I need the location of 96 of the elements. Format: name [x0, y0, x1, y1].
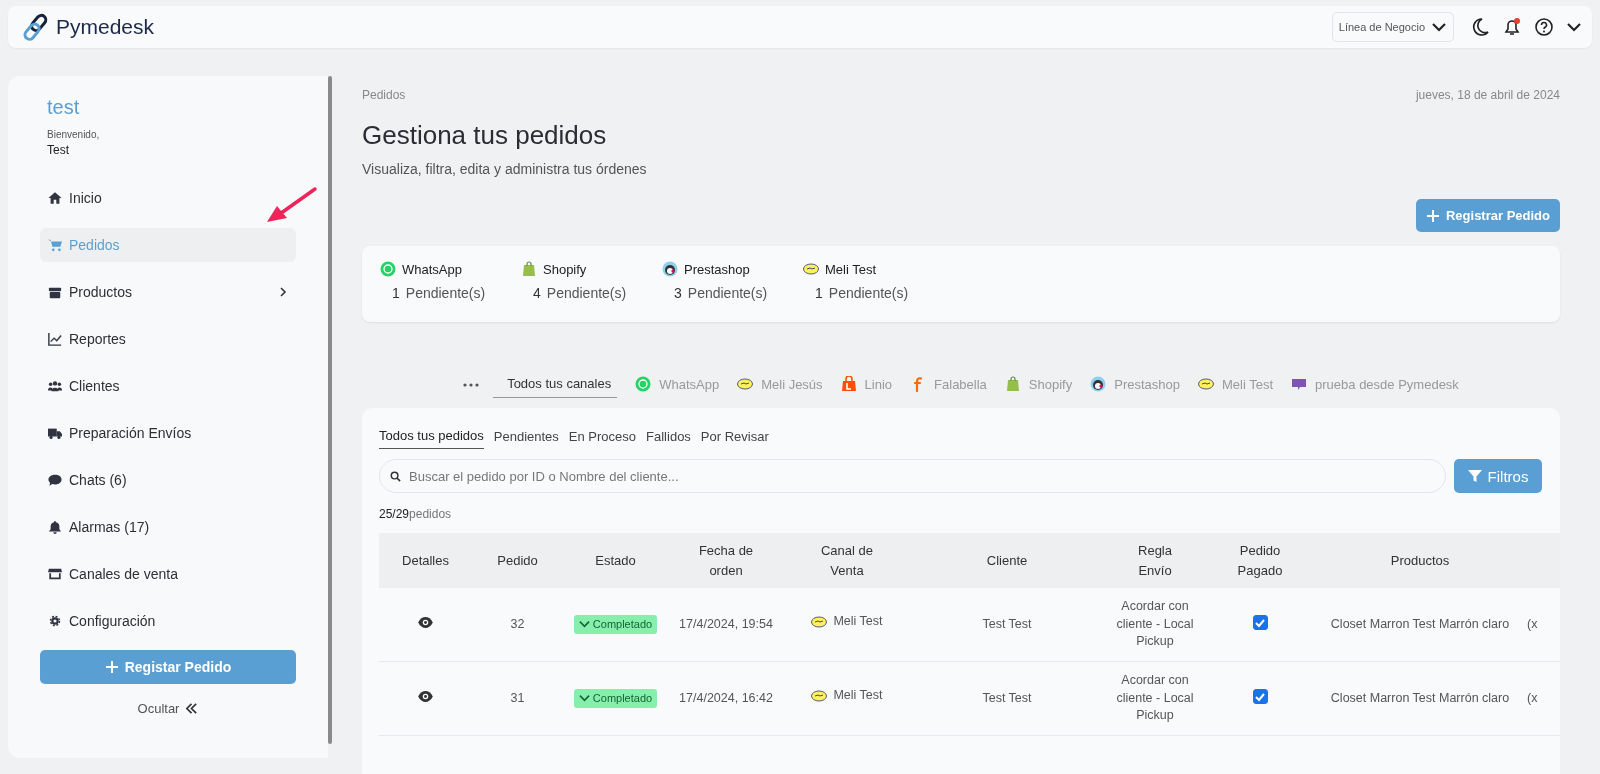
settings-icon: [48, 614, 62, 628]
column-header: Fecha de orden: [697, 542, 755, 580]
table-cell: 31: [510, 690, 525, 705]
pending-label: Pendiente(s): [405, 285, 486, 301]
filter-icon: [1467, 469, 1482, 483]
table-cell: (x: [1527, 616, 1538, 631]
user-name: test: [47, 96, 81, 119]
column-header: Pedido Pagado: [1236, 542, 1284, 580]
check-icon: [578, 620, 590, 629]
sidebar-item[interactable]: Chats (6): [40, 463, 296, 497]
column-header: Cliente: [986, 552, 1028, 568]
column-header: Canal de Venta: [819, 542, 874, 580]
order-tab[interactable]: En Proceso: [568, 426, 637, 449]
search-icon: [390, 471, 401, 482]
sidebar-item[interactable]: Productos: [40, 275, 296, 309]
order-tab[interactable]: Fallidos: [646, 426, 691, 449]
moon-icon[interactable]: [1470, 17, 1490, 37]
channel-name: Prestashop: [684, 261, 750, 277]
table-cell-text: Acordar con cliente - Local Pickup: [1115, 598, 1195, 651]
page-subtitle: Visualiza, filtra, edita y administra tus órdenes: [362, 161, 648, 177]
plus-icon: [1425, 208, 1440, 223]
pending-count: 1: [392, 285, 400, 301]
box-icon: [48, 285, 62, 299]
table-cell: Meli Test: [833, 613, 883, 631]
double-chevron-left-icon: [185, 702, 199, 715]
help-icon[interactable]: [1534, 17, 1554, 37]
scrollbar[interactable]: [328, 76, 332, 744]
channel-name: Shopify: [543, 261, 587, 277]
speech-bubble-icon: [1291, 376, 1308, 392]
store-icon: [48, 567, 62, 581]
pending-count: 1: [815, 285, 823, 301]
channel-name: WhatsApp: [402, 261, 462, 277]
table-cell: 32: [510, 616, 525, 631]
page-title: Gestiona tus pedidos: [362, 120, 608, 151]
column-header: Pedido: [497, 552, 538, 568]
date-text: jueves, 18 de abril de 2024: [1415, 88, 1560, 102]
table-cell: Closet Marron Test Marrón claro: [1330, 616, 1510, 631]
channel-name: Meli Test: [825, 261, 877, 277]
sidebar-item[interactable]: Preparación Envíos: [40, 416, 296, 450]
pending-label: Pendiente(s): [546, 285, 627, 301]
table-cell: Test Test: [982, 616, 1032, 631]
brand-name: Pymedesk: [56, 15, 155, 39]
table-cell: 17/4/2024, 19:54: [679, 616, 773, 631]
order-count: 25/29: [379, 507, 410, 521]
plus-icon: [104, 660, 119, 674]
order-tab[interactable]: Por Revisar: [700, 426, 769, 449]
chevron-right-icon: [278, 287, 288, 297]
table-cell-text: Acordar con cliente - Local Pickup: [1115, 672, 1195, 725]
line-chart-icon: [48, 332, 62, 346]
sidebar-item[interactable]: Inicio: [40, 181, 296, 215]
chain-link-icon: [22, 13, 50, 41]
check-icon: [578, 694, 590, 703]
order-count-unit: pedidos: [409, 507, 452, 521]
search-field[interactable]: Buscar el pedido por ID o Nombre del cliente...: [379, 459, 1446, 493]
eye-icon[interactable]: [418, 690, 433, 702]
greeting-text: Bienvenido,: [47, 129, 101, 140]
truck-icon: [48, 426, 62, 440]
status-badge: Completado: [573, 688, 658, 709]
sidebar-item[interactable]: Clientes: [40, 369, 296, 403]
sidebar-item[interactable]: Alarmas (17): [40, 510, 296, 544]
bell-icon[interactable]: [1502, 17, 1522, 37]
column-header: Detalles: [402, 552, 449, 568]
column-header: Estado: [595, 552, 636, 568]
business-line-dropdown[interactable]: Línea de Negocio: [1331, 12, 1454, 42]
table-cell: Test Test: [982, 690, 1032, 705]
chat-icon: [48, 473, 62, 487]
sidebar-item[interactable]: Reportes: [40, 322, 296, 356]
cart-icon: [48, 238, 62, 252]
channel-tab[interactable]: Todos tus canales: [493, 372, 618, 398]
pending-count: 4: [533, 285, 541, 301]
users-icon: [48, 379, 62, 393]
shopping-bag-icon: [1004, 376, 1021, 392]
column-header: Regla Envío: [1137, 542, 1173, 580]
display-name: Test: [47, 143, 70, 157]
shopping-bag-icon: [521, 261, 537, 277]
eye-icon[interactable]: [418, 616, 433, 628]
column-header: Productos: [1390, 552, 1450, 568]
hide-sidebar-link[interactable]: Ocultar: [131, 700, 205, 717]
table-cell: Closet Marron Test Marrón claro: [1330, 690, 1510, 705]
table-cell: 17/4/2024, 16:42: [679, 690, 773, 705]
more-icon[interactable]: [463, 383, 480, 387]
table-cell: Meli Test: [833, 687, 883, 705]
pending-count: 3: [674, 285, 682, 301]
order-tab[interactable]: Pendientes: [493, 426, 559, 449]
bell-icon: [48, 520, 62, 534]
shopping-bag-icon: [840, 376, 857, 392]
status-badge: Completado: [573, 614, 658, 635]
paid-checkbox[interactable]: [1252, 615, 1268, 630]
order-tab[interactable]: Todos tus pedidos: [379, 426, 484, 449]
paid-checkbox[interactable]: [1252, 689, 1268, 704]
pending-label: Pendiente(s): [687, 285, 768, 301]
table-cell: (x: [1527, 690, 1538, 705]
sidebar-item[interactable]: Configuración: [40, 604, 296, 638]
pending-label: Pendiente(s): [828, 285, 909, 301]
home-icon: [48, 191, 62, 205]
sidebar-item[interactable]: Canales de venta: [40, 557, 296, 591]
